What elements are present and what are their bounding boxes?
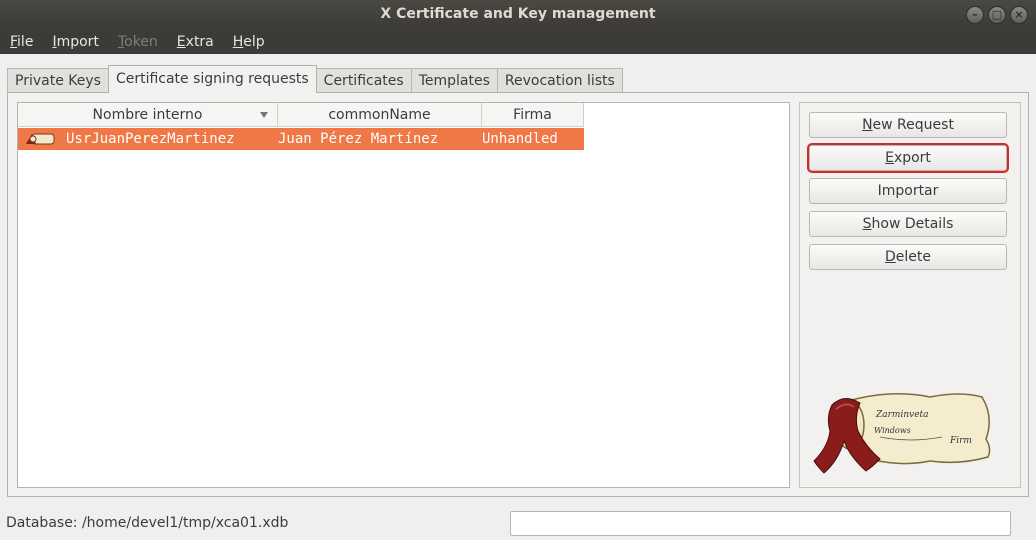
delete-mnemonic: D: [885, 249, 896, 265]
status-input-field[interactable]: [510, 511, 1011, 536]
export-button[interactable]: Export: [807, 143, 1009, 173]
export-label: xport: [893, 150, 931, 166]
minimize-icon[interactable]: –: [966, 6, 984, 24]
menu-file[interactable]: File: [0, 34, 42, 50]
menu-help-mnemonic: H: [232, 33, 244, 50]
action-panel: New Request Export Importar Show Details…: [799, 102, 1021, 488]
menu-extra-label: xtra: [185, 33, 214, 50]
window-controls: – □ ×: [966, 6, 1028, 24]
column-header-name-label: Nombre interno: [92, 107, 203, 123]
csr-table[interactable]: Nombre interno commonName Firma UsrJuanP…: [17, 102, 790, 488]
export-mnemonic: E: [885, 150, 894, 166]
tab-templates[interactable]: Templates: [410, 68, 498, 93]
tab-certificates[interactable]: Certificates: [315, 68, 412, 93]
close-icon[interactable]: ×: [1010, 6, 1028, 24]
cell-signature: Unhandled: [482, 131, 558, 147]
cell-internal-name: UsrJuanPerezMartinez: [66, 131, 235, 147]
menu-extra[interactable]: Extra: [167, 34, 223, 50]
menu-import-label: mport: [56, 33, 99, 50]
new-request-label: ew Request: [872, 117, 954, 133]
tab-bar: Private Keys Certificate signing request…: [7, 65, 623, 93]
menu-import[interactable]: Import: [42, 34, 107, 50]
scroll-line-2: Windows: [874, 426, 911, 435]
window-title: X Certificate and Key management: [380, 6, 656, 22]
status-bar: Database: /home/devel1/tmp/xca01.xdb: [0, 507, 1036, 540]
show-details-button[interactable]: Show Details: [809, 211, 1007, 237]
menu-bar: File Import Token Extra Help: [0, 29, 1036, 54]
delete-label: elete: [895, 249, 931, 265]
column-header-signature[interactable]: Firma: [482, 103, 584, 127]
show-details-label: how Details: [871, 216, 954, 232]
menu-help[interactable]: Help: [223, 34, 274, 50]
scroll-line-1: Zarminveta: [875, 410, 929, 420]
tab-certificate-signing-requests[interactable]: Certificate signing requests: [107, 65, 317, 93]
scroll-line-3: Firm: [949, 436, 972, 446]
column-header-commonname[interactable]: commonName: [278, 103, 482, 127]
import-button[interactable]: Importar: [809, 178, 1007, 204]
new-request-mnemonic: N: [862, 117, 873, 133]
show-details-mnemonic: S: [862, 216, 872, 232]
new-request-button[interactable]: New Request: [809, 112, 1007, 138]
csr-request-icon: [18, 128, 66, 150]
table-row[interactable]: UsrJuanPerezMartinez Juan Pérez Martínez…: [18, 128, 584, 150]
menu-file-mnemonic: F: [10, 33, 18, 50]
import-label: Importar: [877, 183, 939, 199]
menu-token-label: oken: [124, 33, 158, 50]
column-header-name[interactable]: Nombre interno: [18, 103, 278, 127]
maximize-icon[interactable]: □: [988, 6, 1006, 24]
menu-file-label: ile: [17, 33, 34, 50]
table-header: Nombre interno commonName Firma: [18, 103, 584, 127]
sort-descending-icon: [260, 112, 268, 118]
menu-token: Token: [108, 34, 167, 50]
menu-help-label: elp: [243, 33, 265, 50]
tab-private-keys[interactable]: Private Keys: [7, 68, 109, 93]
tab-revocation-lists[interactable]: Revocation lists: [496, 68, 623, 93]
delete-button[interactable]: Delete: [809, 244, 1007, 270]
database-path: Database: /home/devel1/tmp/xca01.xdb: [6, 515, 289, 531]
cell-common-name: Juan Pérez Martínez: [278, 131, 439, 147]
certificate-scroll-logo: Zarminveta Windows Firm: [813, 393, 991, 474]
title-bar: X Certificate and Key management – □ ×: [0, 0, 1036, 29]
menu-extra-mnemonic: E: [176, 33, 186, 50]
